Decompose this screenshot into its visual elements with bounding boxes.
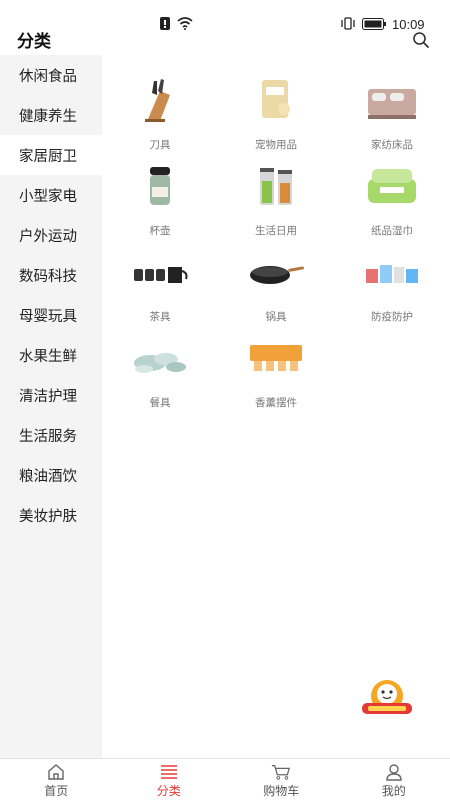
sidebar-item[interactable]: 清洁护理 [0,375,102,415]
thermos-cup-icon [130,163,190,209]
sidebar-item[interactable]: 美妆护肤 [0,495,102,535]
tab-label: 首页 [44,784,69,798]
clock: 10:09 [392,17,425,32]
subcategory-label: 生活日用 [255,225,297,237]
subcategory-item[interactable]: 纸品湿巾 [334,163,450,249]
subcategory-label: 宠物用品 [255,139,297,151]
sidebar-item-label: 水果生鲜 [19,348,77,365]
protective-supplies-icon [362,249,422,295]
sidebar-item[interactable]: 家居厨卫 [0,135,102,175]
subcategory-item[interactable]: 防疫防护 [334,249,450,335]
tea-set-icon [130,249,190,295]
sidebar-item[interactable]: 粮油酒饮 [0,455,102,495]
sidebar-item-label: 健康养生 [19,108,77,125]
subcategory-label: 锅具 [265,311,287,323]
subcategory-label: 刀具 [149,139,171,151]
tab-profile[interactable]: 我的 [338,759,450,800]
vibrate-icon [341,17,355,30]
battery-icon [362,18,386,30]
subcategory-item[interactable]: 杯壶 [102,163,218,249]
sidebar-item[interactable]: 数码科技 [0,255,102,295]
tab-label: 分类 [156,784,181,798]
subcategory-label: 家纺床品 [371,139,413,151]
promo-badge-icon[interactable] [356,676,418,718]
wok-icon [246,249,306,295]
subcategory-item[interactable]: 刀具 [102,77,218,163]
subcategory-label: 茶具 [149,311,171,323]
home-icon [48,764,64,780]
tab-category[interactable]: 分类 [113,759,226,800]
subcategory-item[interactable]: 宠物用品 [218,77,334,163]
storage-jars-icon [246,163,306,209]
tab-home[interactable]: 首页 [0,759,113,800]
sidebar-item[interactable]: 户外运动 [0,215,102,255]
bottom-tab-bar: 首页 分类 购物车 我的 [0,758,450,800]
knife-block-icon [130,77,190,123]
pet-supplies-icon [246,77,306,123]
subcategory-item[interactable]: 锅具 [218,249,334,335]
page-title: 分类 [17,32,51,52]
wifi-icon [177,17,193,30]
sidebar-item[interactable]: 健康养生 [0,95,102,135]
tab-cart[interactable]: 购物车 [225,759,338,800]
search-icon[interactable] [412,31,430,49]
bedding-icon [362,77,422,123]
sidebar-item-label: 生活服务 [19,428,77,445]
subcategory-item[interactable]: 茶具 [102,249,218,335]
sidebar-item[interactable]: 小型家电 [0,175,102,215]
subcategory-label: 杯壶 [149,225,171,237]
sidebar-item-label: 休闲食品 [19,68,77,85]
tab-label: 我的 [381,784,406,798]
subcategory-item[interactable]: 家纺床品 [334,77,450,163]
tab-label: 购物车 [263,784,300,798]
subcategory-label: 香薰摆件 [255,397,297,409]
subcategory-panel: 刀具 宠物用品 家纺床品杯壶 生活日用 纸品湿巾茶具 锅具 防疫防护餐具 香薰摆件 [102,55,450,758]
subcategory-label: 餐具 [149,397,171,409]
sidebar-item-label: 小型家电 [19,188,77,205]
sidebar-item-label: 户外运动 [19,228,77,245]
sidebar-item-label: 母婴玩具 [19,308,77,325]
sidebar-item[interactable]: 母婴玩具 [0,295,102,335]
sidebar-item-label: 家居厨卫 [19,148,77,165]
status-bar: 10:09 [0,0,450,32]
sidebar-item-label: 美妆护肤 [19,508,77,525]
tableware-icon [130,335,190,381]
user-icon [386,764,402,781]
tissue-pack-icon [362,163,422,209]
subcategory-label: 纸品湿巾 [371,225,413,237]
cart-icon [272,765,291,780]
subcategory-grid: 刀具 宠物用品 家纺床品杯壶 生活日用 纸品湿巾茶具 锅具 防疫防护餐具 香薰摆件 [102,77,450,421]
sidebar-item[interactable]: 休闲食品 [0,55,102,95]
category-list-icon [160,765,177,779]
subcategory-label: 防疫防护 [371,311,413,323]
sidebar-item[interactable]: 水果生鲜 [0,335,102,375]
sidebar-item-label: 数码科技 [19,268,77,285]
subcategory-item[interactable]: 餐具 [102,335,218,421]
category-sidebar: 休闲食品健康养生家居厨卫小型家电户外运动数码科技母婴玩具水果生鲜清洁护理生活服务… [0,55,102,758]
sidebar-item[interactable]: 生活服务 [0,415,102,455]
sidebar-item-label: 粮油酒饮 [19,468,77,485]
aroma-decor-icon [246,335,306,381]
subcategory-item[interactable]: 生活日用 [218,163,334,249]
subcategory-item[interactable]: 香薰摆件 [218,335,334,421]
notification-icon [160,17,170,30]
sidebar-item-label: 清洁护理 [19,388,77,405]
